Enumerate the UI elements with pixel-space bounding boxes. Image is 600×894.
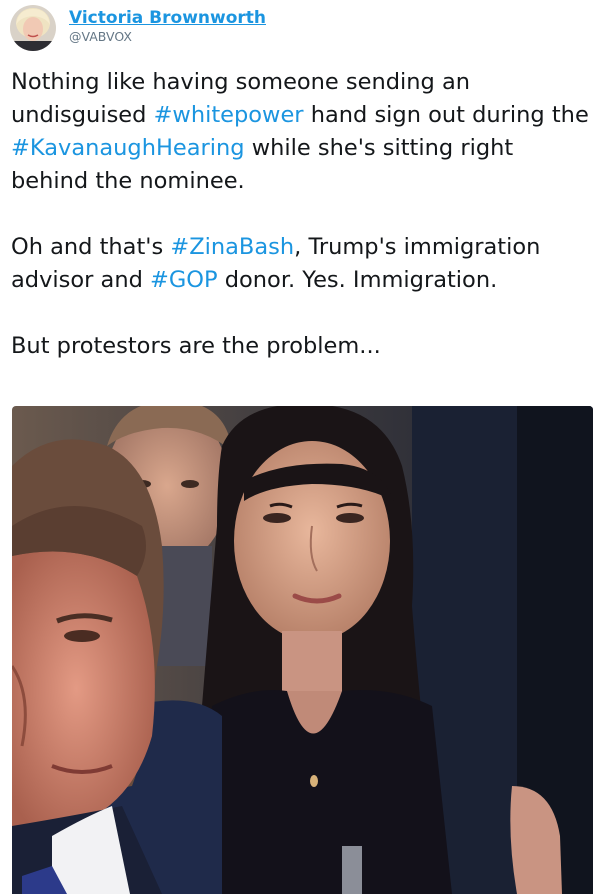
- hashtag-link[interactable]: #whitepower: [154, 102, 304, 128]
- hashtag-link[interactable]: #ZinaBash: [170, 234, 294, 260]
- tweet-media-photo[interactable]: [12, 406, 593, 894]
- hashtag-link[interactable]: #GOP: [150, 267, 218, 293]
- avatar[interactable]: [10, 5, 56, 51]
- tweet-text-segment: donor. Yes. Immigration.: [217, 267, 498, 293]
- tweet-paragraph: But protestors are the problem...: [11, 330, 596, 363]
- author-names: Victoria Brownworth @VABVOX: [69, 7, 266, 45]
- hearing-photo-icon: [12, 406, 593, 894]
- display-name[interactable]: Victoria Brownworth: [69, 7, 266, 29]
- tweet-paragraph: Nothing like having someone sending an u…: [11, 66, 596, 198]
- tweet-text-segment: hand sign out during the: [303, 102, 589, 128]
- tweet-text-segment: But protestors are the problem...: [11, 333, 381, 359]
- tweet-card: Victoria Brownworth @VABVOX Nothing like…: [0, 0, 600, 894]
- tweet-text-segment: Oh and that's: [11, 234, 171, 260]
- user-handle[interactable]: @VABVOX: [69, 29, 266, 45]
- tweet-paragraph: Oh and that's #ZinaBash, Trump's immigra…: [11, 231, 596, 297]
- profile-photo-icon: [10, 5, 56, 51]
- tweet-header: Victoria Brownworth @VABVOX: [10, 0, 266, 56]
- tweet-text: Nothing like having someone sending an u…: [11, 66, 596, 363]
- hashtag-link[interactable]: #KavanaughHearing: [11, 135, 245, 161]
